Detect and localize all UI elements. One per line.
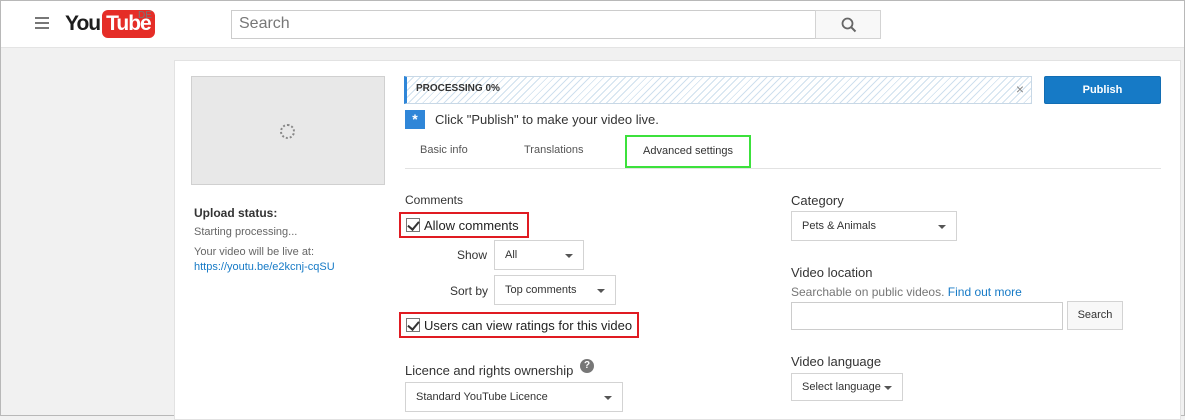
search-icon [841, 17, 857, 33]
video-language-select[interactable]: Select language [791, 373, 903, 401]
tabs-divider [405, 168, 1161, 169]
publish-hint-text: Click "Publish" to make your video live. [435, 112, 659, 127]
allow-comments-label[interactable]: Allow comments [424, 218, 519, 233]
loading-spinner-icon [280, 124, 295, 139]
tab-basic-info[interactable]: Basic info [420, 144, 468, 156]
upload-status-title: Upload status: [194, 206, 278, 220]
info-star-icon: * [405, 110, 425, 129]
top-header: You Tube DE Search [1, 1, 1184, 48]
chevron-down-icon [884, 386, 892, 390]
licence-select[interactable]: Standard YouTube Licence [405, 382, 623, 412]
processing-progress-bar: PROCESSING 0% × [404, 76, 1032, 104]
video-language-select-value: Select language [802, 381, 881, 393]
sort-by-select[interactable]: Top comments [494, 275, 616, 305]
video-thumbnail [191, 76, 385, 185]
chevron-down-icon [597, 289, 605, 293]
category-select-value: Pets & Animals [802, 220, 876, 232]
country-code: DE [138, 10, 152, 21]
search-input[interactable]: Search [231, 10, 815, 39]
licence-title: Licence and rights ownership [405, 363, 574, 378]
search-button[interactable] [815, 10, 881, 39]
allow-comments-checkbox[interactable] [406, 218, 420, 232]
video-link[interactable]: https://youtu.be/e2kcnj-cqSU [194, 261, 335, 273]
show-select[interactable]: All [494, 240, 584, 270]
logo-you-text: You [65, 12, 101, 35]
sort-by-label: Sort by [450, 284, 489, 298]
tab-advanced-settings[interactable]: Advanced settings [625, 135, 751, 168]
video-language-title: Video language [791, 354, 882, 369]
location-search-button[interactable]: Search [1067, 301, 1123, 330]
video-location-desc-text: Searchable on public videos. [791, 285, 945, 299]
close-icon[interactable]: × [1016, 81, 1024, 97]
menu-icon[interactable] [35, 17, 49, 29]
live-at-text: Your video will be live at: [194, 246, 315, 258]
publish-button[interactable]: Publish [1044, 76, 1161, 104]
sort-by-select-value: Top comments [505, 284, 577, 296]
chevron-down-icon [565, 254, 573, 258]
video-location-description: Searchable on public videos. Find out mo… [791, 285, 1022, 299]
ratings-checkbox[interactable] [406, 318, 420, 332]
help-icon[interactable]: ? [580, 359, 594, 373]
ratings-label[interactable]: Users can view ratings for this video [424, 318, 632, 333]
find-out-more-link[interactable]: Find out more [948, 285, 1022, 299]
processing-label: PROCESSING 0% [416, 83, 500, 94]
category-select[interactable]: Pets & Animals [791, 211, 957, 241]
upload-status-text: Starting processing... [194, 226, 298, 238]
chevron-down-icon [604, 396, 612, 400]
show-select-value: All [505, 249, 518, 261]
video-location-title: Video location [791, 265, 873, 280]
category-title: Category [791, 193, 844, 208]
tab-translations[interactable]: Translations [524, 144, 584, 156]
licence-select-value: Standard YouTube Licence [416, 391, 548, 403]
video-location-input[interactable] [791, 302, 1063, 330]
chevron-down-icon [938, 225, 946, 229]
comments-title: Comments [405, 193, 464, 207]
show-label: Show [457, 248, 488, 262]
